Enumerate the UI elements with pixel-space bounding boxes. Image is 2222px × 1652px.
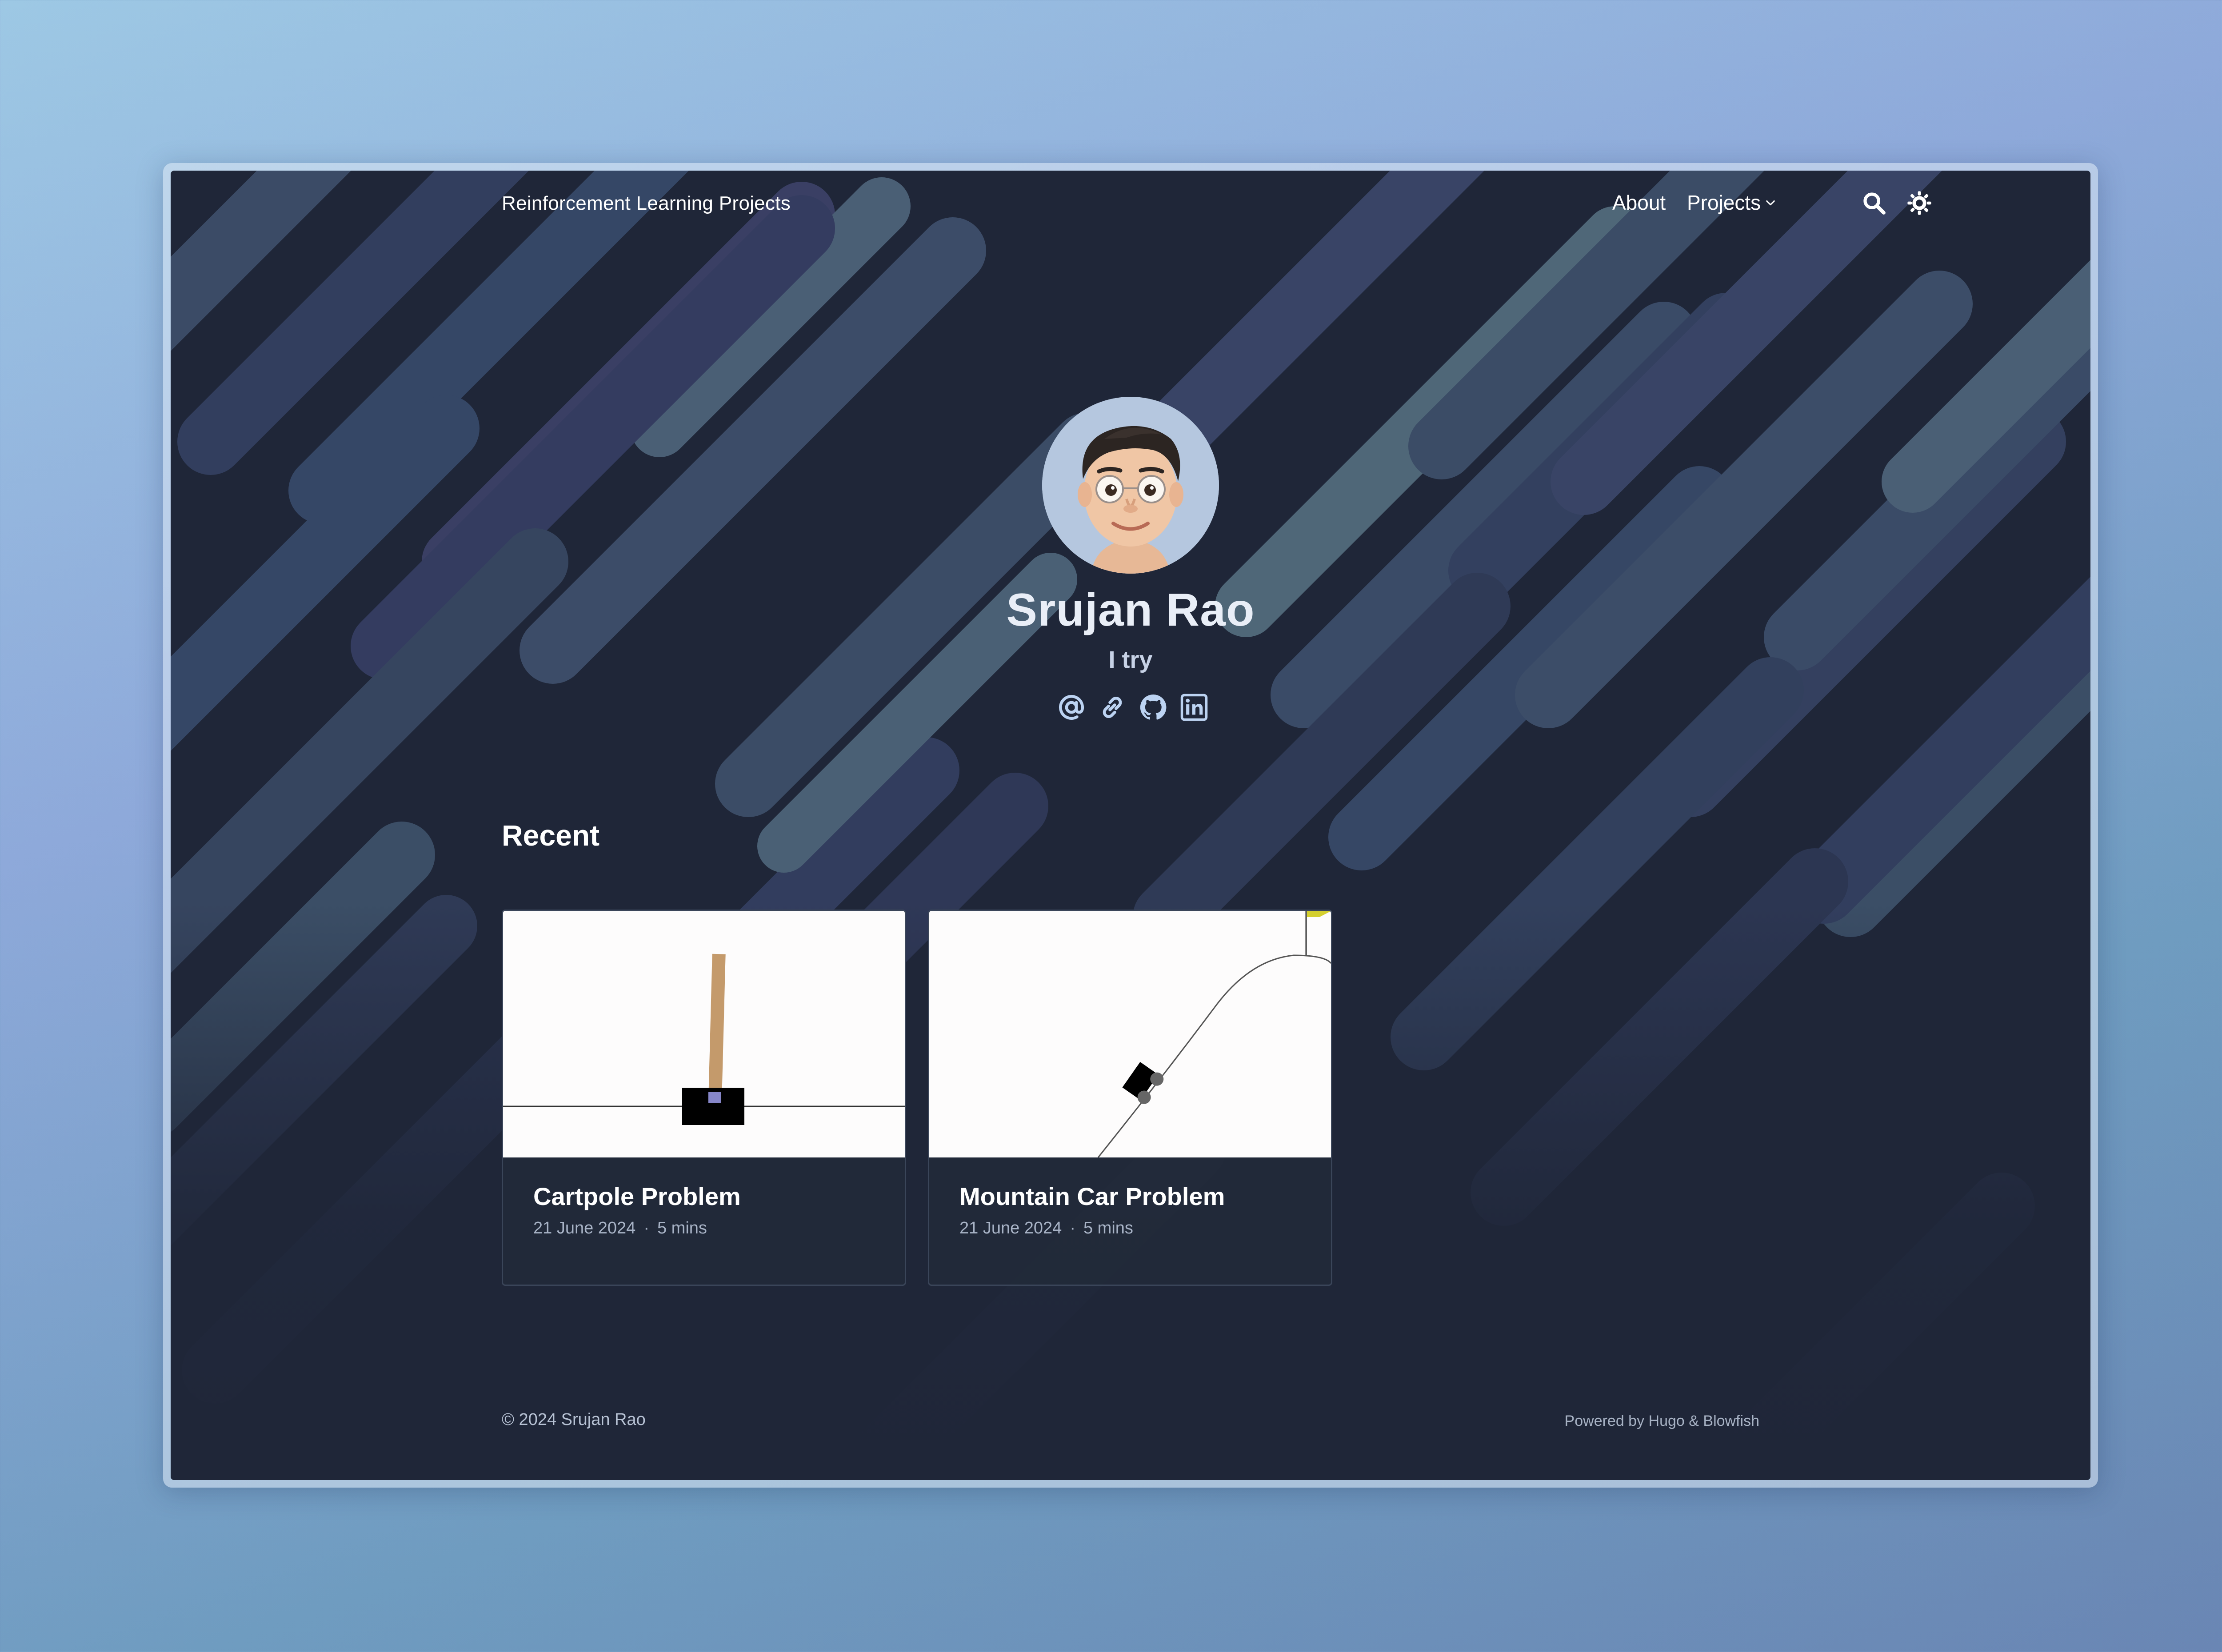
site-header: Reinforcement Learning Projects About Pr… xyxy=(171,171,2090,237)
appearance-toggle-icon[interactable] xyxy=(1906,190,1932,216)
meta-separator: · xyxy=(643,1219,649,1237)
article-card-mountain-car[interactable]: Mountain Car Problem 21 June 2024 · 5 mins xyxy=(928,910,1332,1286)
nav-projects-label: Projects xyxy=(1687,191,1761,214)
profile-name: Srujan Rao xyxy=(1006,584,1255,636)
meta-separator: · xyxy=(1070,1219,1075,1237)
chevron-down-icon xyxy=(1766,200,1775,206)
memoji-avatar-image xyxy=(1042,397,1219,574)
site-title-link[interactable]: Reinforcement Learning Projects xyxy=(502,192,791,215)
article-reading-time: 5 mins xyxy=(1083,1219,1133,1237)
nav-about[interactable]: About xyxy=(1612,191,1666,215)
social-links xyxy=(1057,690,1208,724)
article-date: 21 June 2024 xyxy=(533,1219,636,1237)
nav-about-label: About xyxy=(1612,191,1666,214)
linkedin-icon[interactable] xyxy=(1179,693,1209,722)
github-icon[interactable] xyxy=(1139,693,1168,722)
article-reading-time: 5 mins xyxy=(657,1219,707,1237)
footer-copyright: © 2024 Srujan Rao xyxy=(502,1410,646,1429)
mountain-car-thumbnail xyxy=(929,911,1331,1158)
profile-tagline: I try xyxy=(1108,646,1153,673)
article-title[interactable]: Cartpole Problem xyxy=(533,1182,741,1211)
profile-avatar xyxy=(1042,397,1219,574)
footer-powered-by[interactable]: Powered by Hugo & Blowfish xyxy=(1565,1413,1759,1430)
search-icon[interactable] xyxy=(1861,190,1887,216)
recent-heading: Recent xyxy=(502,819,600,852)
article-meta: 21 June 2024 · 5 mins xyxy=(533,1219,707,1238)
article-meta: 21 June 2024 · 5 mins xyxy=(959,1219,1133,1238)
browser-window: Reinforcement Learning Projects About Pr… xyxy=(163,163,2098,1488)
nav-projects-dropdown[interactable]: Projects xyxy=(1687,191,1777,215)
cartpole-thumbnail xyxy=(503,911,905,1157)
page-screen: Reinforcement Learning Projects About Pr… xyxy=(171,171,2090,1480)
link-icon[interactable] xyxy=(1098,693,1127,722)
article-card-cartpole[interactable]: Cartpole Problem 21 June 2024 · 5 mins xyxy=(502,910,906,1286)
article-title[interactable]: Mountain Car Problem xyxy=(959,1182,1225,1211)
email-icon[interactable] xyxy=(1057,693,1086,722)
article-date: 21 June 2024 xyxy=(959,1219,1062,1237)
